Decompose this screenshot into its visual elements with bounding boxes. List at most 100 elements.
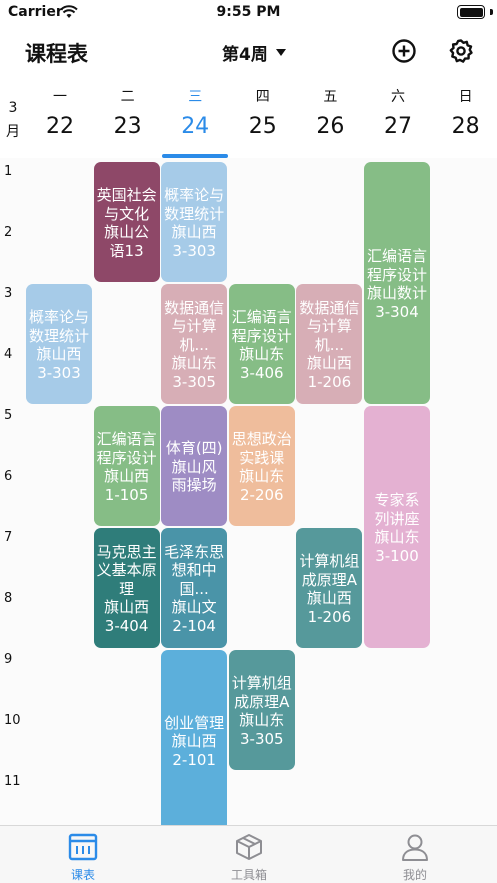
course-text-line: 2-101 xyxy=(172,750,216,769)
date-label: 25 xyxy=(248,114,277,139)
course-text-line: 专家系 xyxy=(374,491,420,509)
course-text-line: 旗山数计 xyxy=(366,284,427,302)
battery-tip xyxy=(490,9,493,15)
course-text-line: 与计算 xyxy=(171,317,217,336)
day-column-4: 四 25 xyxy=(229,86,297,144)
period-label: 2 xyxy=(4,225,13,240)
course-text-line: 实践课 xyxy=(239,448,285,467)
period-label: 7 xyxy=(4,530,13,545)
schedule-icon xyxy=(68,832,98,862)
course-text-line: 与文化 xyxy=(104,204,150,223)
course-text-line: 3-303 xyxy=(172,241,216,260)
period-label: 3 xyxy=(4,286,13,301)
date-label: 28 xyxy=(451,114,480,139)
month-label: 3月 xyxy=(0,96,26,144)
page-title: 课程表 xyxy=(25,42,88,66)
day-column-5: 五 26 xyxy=(296,86,364,144)
tab-label: 课表 xyxy=(70,868,95,882)
month-number: 3 xyxy=(8,100,18,116)
course-text-line: 概率论与 xyxy=(164,186,225,204)
tab-profile[interactable]: 我的 xyxy=(332,826,497,883)
course-text-line: 义基本原 xyxy=(96,561,157,580)
course-text-line: 成原理A xyxy=(301,570,358,589)
course-text-line: 旗山东 xyxy=(171,354,217,373)
tab-label: 我的 xyxy=(402,868,427,882)
course-text-line: 体育(四) xyxy=(165,439,223,458)
course-card[interactable]: 汇编语言 程序设计 旗山数计 3-304 xyxy=(364,162,430,404)
weekday-label: 五 xyxy=(323,89,338,105)
course-text-line: 数据通信 xyxy=(164,298,225,317)
course-card[interactable]: 概率论与 数理统计 旗山西 3-303 xyxy=(26,284,92,404)
settings-button[interactable] xyxy=(447,37,475,65)
course-card[interactable]: 创业管理 旗山西 2-101 xyxy=(161,650,228,825)
course-card[interactable]: 专家系 列讲座 旗山东 3-100 xyxy=(364,406,430,648)
week-selector[interactable]: 第4周 xyxy=(222,40,286,65)
course-text-line: 旗山西 xyxy=(104,598,150,617)
course-text-line: 程序设计 xyxy=(366,265,427,284)
course-text-line: 数据通信 xyxy=(299,298,360,317)
course-text-line: 2-104 xyxy=(172,616,216,635)
day-column-7: 日 28 xyxy=(432,86,497,144)
course-text-line: 数理统计 xyxy=(28,326,89,345)
course-text-line: 3-100 xyxy=(375,546,419,565)
course-text-line: 旗山风 xyxy=(171,457,217,476)
course-card[interactable]: 汇编语言 程序设计 旗山东 3-406 xyxy=(228,284,295,404)
course-text: 汇编语言 程序设计 旗山数计 3-304 xyxy=(367,247,427,321)
period-label: 4 xyxy=(4,347,13,362)
course-text: 英国社会 与文化 旗山公 语13 xyxy=(97,186,157,260)
day-column-2: 二 23 xyxy=(94,86,162,144)
course-text: 创业管理 旗山西 2-101 xyxy=(164,714,224,770)
day-column-3: 三 24 xyxy=(161,86,229,144)
course-text-line: 3-406 xyxy=(239,363,284,382)
course-text: 毛泽东思 想和中 国... 旗山文 2-104 xyxy=(164,543,224,636)
period-label: 9 xyxy=(4,652,13,667)
course-text-line: 计算机组 xyxy=(299,552,360,570)
course-card[interactable]: 体育(四) 旗山风 雨操场 xyxy=(161,406,228,526)
course-text-line: 1-105 xyxy=(104,485,149,504)
course-card[interactable]: 汇编语言 程序设计 旗山西 1-105 xyxy=(93,406,160,526)
chevron-down-icon xyxy=(275,49,286,56)
course-text-line: 3-304 xyxy=(375,302,419,321)
course-text-line: 国... xyxy=(179,579,209,598)
course-text-line: 概率论与 xyxy=(28,308,89,326)
period-label: 11 xyxy=(4,774,21,789)
course-text-line: 马克思主 xyxy=(96,542,157,561)
course-text-line: 机... xyxy=(179,335,209,354)
course-card[interactable]: 英国社会 与文化 旗山公 语13 xyxy=(93,162,160,282)
status-bar: Carrier 9:55 PM xyxy=(0,0,497,26)
course-text: 计算机组 成原理A 旗山西 1-206 xyxy=(299,552,359,626)
profile-icon xyxy=(400,832,430,862)
tab-schedule[interactable]: 课表 xyxy=(0,826,166,883)
course-card[interactable]: 马克思主 义基本原理旗山西 3-404 xyxy=(93,528,160,648)
course-text: 体育(四) 旗山风 雨操场 xyxy=(166,439,223,495)
course-text-line: 程序设计 xyxy=(96,448,157,467)
course-card[interactable]: 计算机组 成原理A 旗山西 1-206 xyxy=(296,528,363,648)
period-label: 5 xyxy=(4,408,13,423)
course-card[interactable]: 数据通信 与计算 机... 旗山东 3-305 xyxy=(161,284,228,404)
add-course-button[interactable] xyxy=(390,37,418,65)
course-card[interactable]: 概率论与 数理统计 旗山西 3-303 xyxy=(161,162,228,282)
course-text-line: 1-206 xyxy=(307,607,352,626)
course-text-line: 旗山东 xyxy=(239,345,285,363)
course-text-line: 思想政治 xyxy=(231,430,292,448)
nav-bar: 课程表 第4周 xyxy=(0,30,497,74)
course-text-line: 1-206 xyxy=(307,372,352,391)
course-card[interactable]: 计算机组 成原理A 旗山东 3-305 xyxy=(228,650,295,770)
course-text-line: 旗山西 xyxy=(36,345,82,363)
status-time: 9:55 PM xyxy=(216,4,281,20)
course-text-line: 3-404 xyxy=(104,616,149,635)
course-card[interactable]: 思想政治 实践课 旗山东 2-206 xyxy=(228,406,295,526)
weekday-label: 六 xyxy=(391,89,405,105)
weekday-label: 二 xyxy=(120,89,135,105)
schedule-grid: 1 2 3 4 5 6 7 8 9 10 11 英国社会 与文化 旗山公 语13 概率论与 数理统计 旗山西 3-3… xyxy=(0,158,497,825)
course-card[interactable]: 毛泽东思 想和中 国... 旗山文 2-104 xyxy=(161,528,228,648)
course-text-line: 旗山公 xyxy=(104,223,150,241)
course-card[interactable]: 数据通信 与计算 机... 旗山西 1-206 xyxy=(296,284,363,404)
date-label: 22 xyxy=(46,114,74,139)
course-text-line: 汇编语言 xyxy=(96,430,157,448)
tab-toolbox[interactable]: 工具箱 xyxy=(166,826,332,883)
period-label: 8 xyxy=(4,591,13,606)
course-text: 专家系 列讲座 旗山东 3-100 xyxy=(374,491,419,565)
course-text-line: 汇编语言 xyxy=(366,247,427,265)
weekday-label: 一 xyxy=(53,89,67,105)
